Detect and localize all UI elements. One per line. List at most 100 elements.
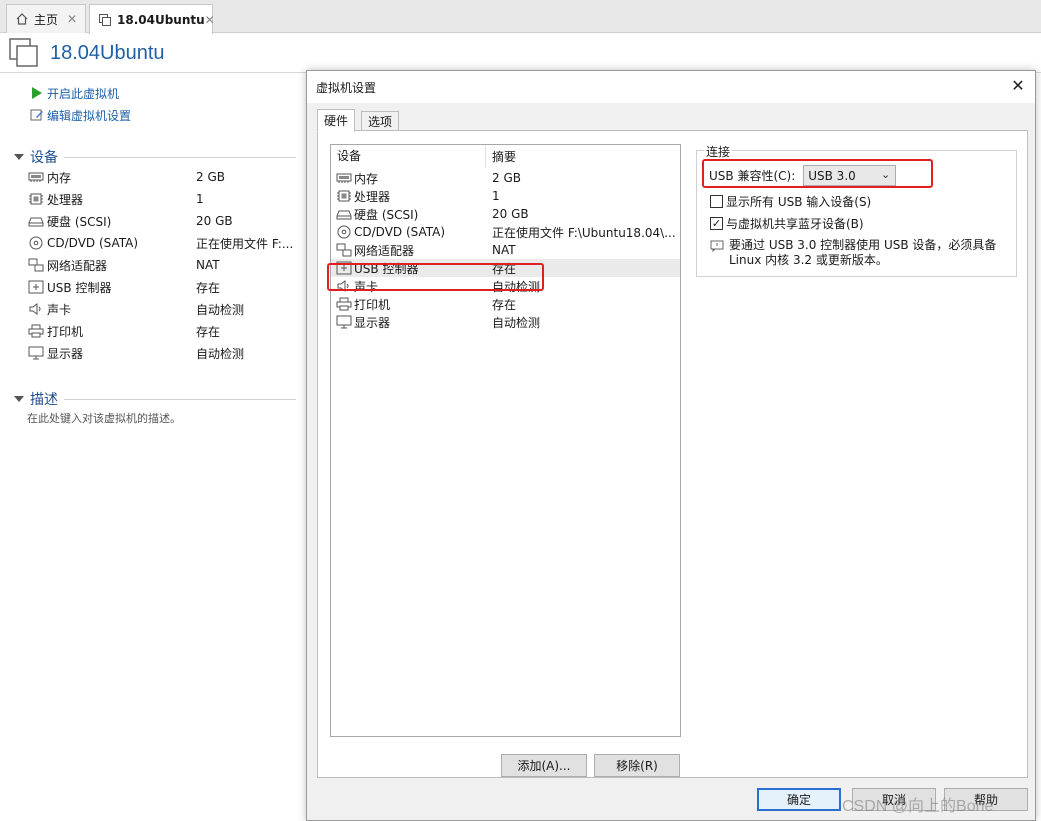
edit-settings-label: 编辑虚拟机设置 bbox=[47, 108, 132, 123]
device-row-harddisk[interactable]: 硬盘 (SCSI) 20 GB bbox=[28, 210, 298, 232]
tab-home-label: 主页 bbox=[34, 12, 59, 27]
device-summary: 20 GB bbox=[492, 207, 529, 221]
list-item[interactable]: CD/DVD (SATA) 正在使用文件 F:\Ubuntu18.04\... bbox=[331, 223, 680, 241]
device-name: 显示器 bbox=[354, 315, 391, 330]
column-header-device[interactable]: 设备 bbox=[331, 145, 486, 167]
device-listbox[interactable]: 设备 摘要 内存 2 GB 处理器 1 硬盘 (SCSI) 20 GB CD/D… bbox=[330, 144, 681, 737]
network-icon bbox=[28, 258, 44, 272]
device-name: 声卡 bbox=[47, 302, 72, 317]
highlight-box-usb-row bbox=[327, 263, 544, 291]
description-section-header[interactable]: 描述 bbox=[14, 389, 296, 409]
list-item[interactable]: 硬盘 (SCSI) 20 GB bbox=[331, 205, 680, 223]
checkbox-unchecked[interactable] bbox=[710, 195, 723, 208]
device-name: 网络适配器 bbox=[47, 258, 108, 273]
device-value: 20 GB bbox=[196, 214, 233, 228]
device-list-rows: 内存 2 GB 处理器 1 硬盘 (SCSI) 20 GB CD/DVD (SA… bbox=[331, 169, 680, 331]
highlight-box-usb-compat bbox=[702, 159, 933, 188]
dialog-titlebar: 虚拟机设置 bbox=[307, 71, 1035, 103]
devices-section-header[interactable]: 设备 bbox=[14, 147, 296, 167]
tab-vm[interactable]: 18.04Ubuntu ✕ bbox=[89, 4, 215, 34]
device-row-usb[interactable]: USB 控制器 存在 bbox=[28, 276, 298, 298]
hardware-tab-page: 设备 摘要 内存 2 GB 处理器 1 硬盘 (SCSI) 20 GB CD/D… bbox=[317, 130, 1028, 778]
harddisk-icon bbox=[336, 207, 352, 221]
info-line-1: 要通过 USB 3.0 控制器使用 USB 设备，必须具备 bbox=[729, 238, 997, 252]
list-item[interactable]: 网络适配器 NAT bbox=[331, 241, 680, 259]
watermark: CSDN @向上的Bone bbox=[842, 798, 994, 815]
tab-home[interactable]: 主页 ✕ bbox=[6, 4, 86, 33]
device-summary-list: 内存 2 GB 处理器 1 硬盘 (SCSI) 20 GB CD/DVD (SA… bbox=[28, 166, 298, 364]
device-row-memory[interactable]: 内存 2 GB bbox=[28, 166, 298, 188]
tab-options[interactable]: 选项 bbox=[361, 111, 400, 131]
device-name: CD/DVD (SATA) bbox=[354, 225, 446, 239]
column-header-summary[interactable]: 摘要 bbox=[486, 148, 516, 165]
share-bluetooth-checkbox[interactable]: ✓ 与虚拟机共享蓝牙设备(B) bbox=[710, 215, 864, 232]
cdrom-icon bbox=[28, 236, 44, 250]
play-icon bbox=[30, 86, 44, 100]
home-icon bbox=[15, 12, 29, 26]
devices-header-label: 设备 bbox=[30, 150, 58, 166]
device-value: 1 bbox=[196, 192, 204, 206]
memory-icon bbox=[336, 171, 352, 185]
edit-settings-link[interactable]: 编辑虚拟机设置 bbox=[30, 104, 131, 126]
device-name: 内存 bbox=[354, 171, 379, 186]
vm-actions: 开启此虚拟机 编辑虚拟机设置 bbox=[30, 82, 131, 126]
memory-icon bbox=[28, 170, 44, 184]
list-header: 设备 摘要 bbox=[331, 145, 680, 167]
device-value: 正在使用文件 F:... bbox=[196, 236, 294, 251]
device-row-sound[interactable]: 声卡 自动检测 bbox=[28, 298, 298, 320]
usb-icon bbox=[28, 280, 44, 294]
device-row-cpu[interactable]: 处理器 1 bbox=[28, 188, 298, 210]
device-value: 自动检测 bbox=[196, 302, 245, 317]
cpu-icon bbox=[336, 189, 352, 203]
device-value: 存在 bbox=[196, 280, 221, 295]
device-value: 自动检测 bbox=[196, 346, 245, 361]
remove-device-button[interactable]: 移除(R) bbox=[594, 754, 680, 777]
collapse-triangle-icon bbox=[14, 396, 24, 402]
device-summary: 1 bbox=[492, 189, 500, 203]
description-header-label: 描述 bbox=[30, 392, 58, 408]
usb-info-note: 要通过 USB 3.0 控制器使用 USB 设备，必须具备 Linux 内核 3… bbox=[710, 238, 996, 268]
list-item[interactable]: 打印机 存在 bbox=[331, 295, 680, 313]
ok-button[interactable]: 确定 bbox=[757, 788, 841, 811]
device-name: CD/DVD (SATA) bbox=[47, 236, 139, 250]
display-icon bbox=[28, 346, 44, 360]
vm-header: 18.04Ubuntu bbox=[8, 36, 165, 70]
device-name: 硬盘 (SCSI) bbox=[354, 207, 419, 222]
list-item[interactable]: 显示器 自动检测 bbox=[331, 313, 680, 331]
close-icon[interactable]: ✕ bbox=[67, 12, 77, 26]
vm-title: 18.04Ubuntu bbox=[50, 41, 165, 64]
vm-icon bbox=[98, 13, 112, 27]
device-name: 处理器 bbox=[354, 189, 391, 204]
device-row-cdrom[interactable]: CD/DVD (SATA) 正在使用文件 F:... bbox=[28, 232, 298, 254]
vm-settings-dialog: 虚拟机设置 ✕ 硬件 选项 设备 摘要 内存 2 GB 处理器 1 硬盘 (SC… bbox=[306, 70, 1036, 821]
device-row-display[interactable]: 显示器 自动检测 bbox=[28, 342, 298, 364]
power-on-label: 开启此虚拟机 bbox=[47, 86, 120, 101]
device-name: 处理器 bbox=[47, 192, 84, 207]
description-field[interactable]: 在此处键入对该虚拟机的描述。 bbox=[27, 410, 181, 426]
device-name: 打印机 bbox=[354, 297, 391, 312]
info-icon bbox=[710, 240, 724, 252]
harddisk-icon bbox=[28, 214, 44, 228]
sound-icon bbox=[28, 302, 44, 316]
tab-vm-label: 18.04Ubuntu bbox=[117, 12, 205, 27]
close-icon[interactable]: ✕ bbox=[1007, 75, 1029, 97]
close-icon[interactable]: ✕ bbox=[205, 13, 215, 27]
show-all-usb-checkbox[interactable]: 显示所有 USB 输入设备(S) bbox=[710, 193, 871, 210]
list-item[interactable]: 处理器 1 bbox=[331, 187, 680, 205]
device-name: 网络适配器 bbox=[354, 243, 415, 258]
dialog-title: 虚拟机设置 bbox=[316, 80, 377, 95]
device-row-printer[interactable]: 打印机 存在 bbox=[28, 320, 298, 342]
device-row-network[interactable]: 网络适配器 NAT bbox=[28, 254, 298, 276]
checkbox-checked[interactable]: ✓ bbox=[710, 217, 723, 230]
power-on-link[interactable]: 开启此虚拟机 bbox=[30, 82, 131, 104]
vm-icon bbox=[8, 37, 40, 69]
display-icon bbox=[336, 315, 352, 329]
connection-group-label: 连接 bbox=[704, 143, 733, 160]
device-summary: NAT bbox=[492, 243, 516, 257]
list-item[interactable]: 内存 2 GB bbox=[331, 169, 680, 187]
add-device-button[interactable]: 添加(A)... bbox=[501, 754, 587, 777]
tab-hardware[interactable]: 硬件 bbox=[317, 109, 356, 132]
show-all-usb-label: 显示所有 USB 输入设备(S) bbox=[726, 195, 872, 209]
collapse-triangle-icon bbox=[14, 154, 24, 160]
tab-bar: 主页 ✕ 18.04Ubuntu ✕ bbox=[0, 0, 1041, 34]
